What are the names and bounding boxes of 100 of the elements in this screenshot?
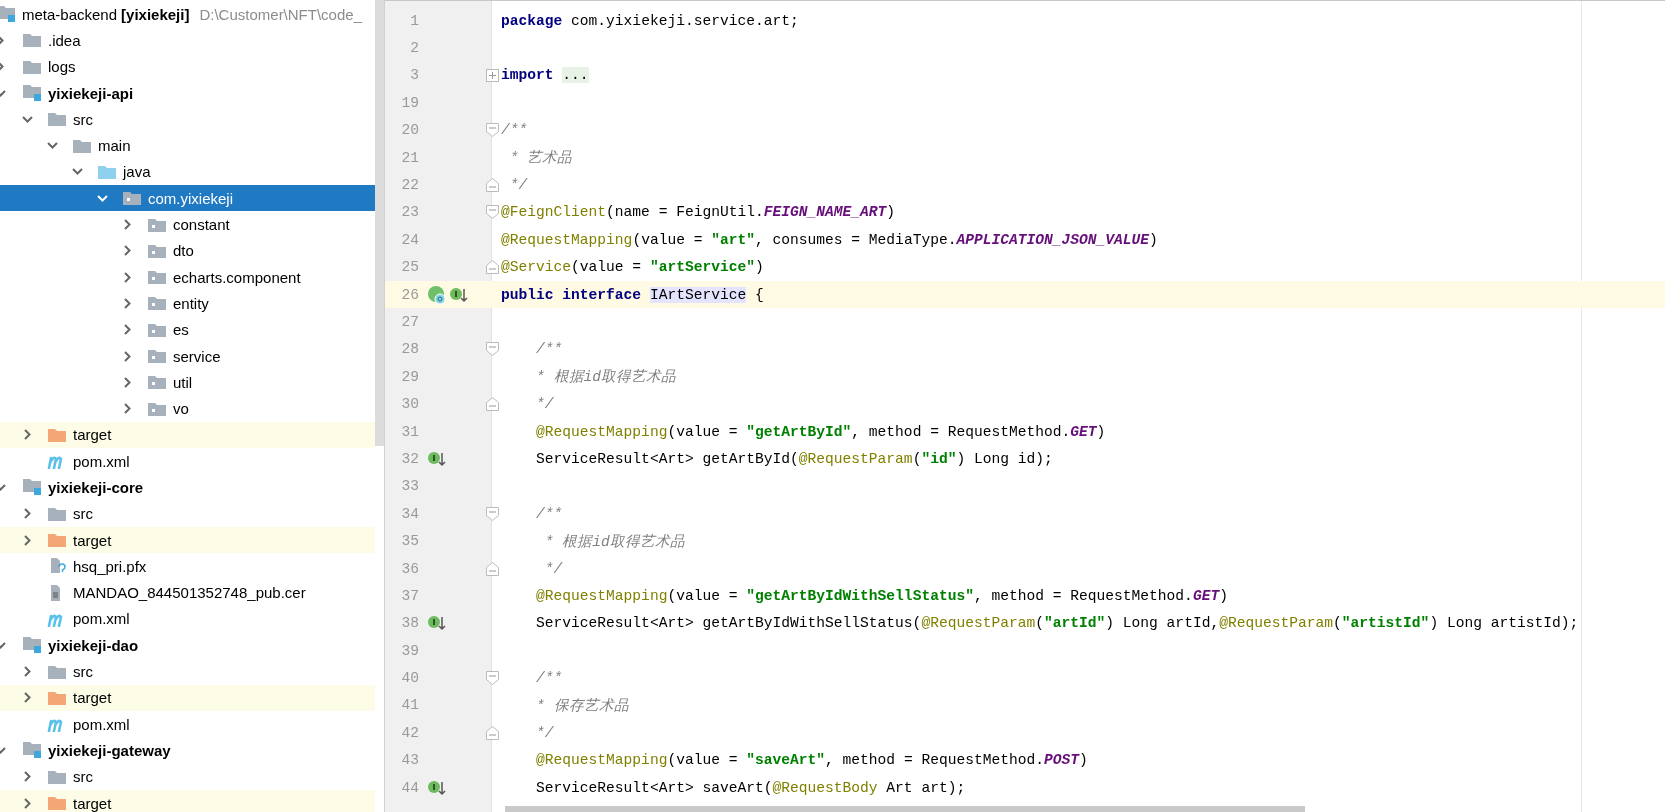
chevron-right-icon[interactable] xyxy=(122,297,133,309)
tree-item[interactable]: yixiekeji-api xyxy=(0,79,375,107)
chevron-right-icon[interactable] xyxy=(122,324,133,336)
tree-item[interactable]: pom.xml xyxy=(0,448,375,475)
chevron-right-icon[interactable] xyxy=(0,34,6,46)
code-line: /** xyxy=(535,341,563,358)
tree-item[interactable]: src xyxy=(0,763,375,790)
code-line: @FeignClient(name = FeignUtil.FEIGN_NAME_ART) xyxy=(501,204,896,221)
chevron-down-icon[interactable] xyxy=(0,87,6,99)
code-line: @Service(value = "artService") xyxy=(501,259,764,276)
scrollbar[interactable] xyxy=(505,806,1305,812)
line-number: 25 xyxy=(400,259,419,276)
tree-item[interactable]: hsq_pri.pfx xyxy=(0,553,375,580)
package-folder-icon xyxy=(122,190,142,207)
chevron-right-icon[interactable] xyxy=(22,429,33,441)
code-line: * 保存艺术品 xyxy=(535,696,629,715)
tree-item[interactable]: entity xyxy=(0,290,375,317)
scrollbar[interactable] xyxy=(375,0,384,446)
chevron-down-icon[interactable] xyxy=(97,192,108,204)
module-folder-icon xyxy=(22,478,44,497)
folder-icon xyxy=(72,137,92,154)
tree-item[interactable]: main xyxy=(0,132,375,159)
line-number: 40 xyxy=(400,670,419,687)
code-line: ServiceResult<Art> getArtByIdWithSellStatus(@RequestParam("artId") Long artId,@RequestParam("artistId") Long artistId); xyxy=(535,615,1579,632)
package-folder-icon xyxy=(147,400,167,417)
tree-item[interactable]: pom.xml xyxy=(0,711,375,738)
line-number: 1 xyxy=(409,12,419,29)
chevron-right-icon[interactable] xyxy=(22,666,33,678)
line-number: 39 xyxy=(400,642,419,659)
line-number: 2 xyxy=(409,40,419,57)
chevron-right-icon[interactable] xyxy=(22,771,33,783)
tree-item[interactable]: pom.xml xyxy=(0,605,375,633)
folder-icon xyxy=(47,795,67,812)
code-line: @RequestMapping(value = "getArtByIdWithSellStatus", method = RequestMethod.GET) xyxy=(535,587,1228,604)
chevron-right-icon[interactable] xyxy=(122,271,133,283)
chevron-down-icon[interactable] xyxy=(0,639,6,651)
code-line: public interface IArtService { xyxy=(501,286,764,303)
package-folder-icon xyxy=(147,269,167,286)
tree-item[interactable]: src xyxy=(0,106,375,133)
module-name: [yixiekeji] xyxy=(121,5,190,23)
tree-item[interactable]: target xyxy=(0,789,375,812)
chevron-right-icon[interactable] xyxy=(22,508,33,520)
tree-item[interactable]: MANDAO_844501352748_pub.cer xyxy=(0,579,375,606)
line-number: 34 xyxy=(400,505,419,522)
chevron-right-icon[interactable] xyxy=(122,376,133,388)
line-number: 28 xyxy=(400,341,419,358)
tree-item[interactable]: yixiekeji-gateway xyxy=(0,737,375,764)
code-line: * 根据id取得艺术品 xyxy=(543,532,685,551)
tree-item[interactable]: util xyxy=(0,369,375,396)
folder-icon xyxy=(22,58,42,75)
chevron-down-icon[interactable] xyxy=(0,482,6,493)
chevron-down-icon[interactable] xyxy=(22,113,33,125)
tree-item[interactable]: constant xyxy=(0,211,375,238)
tree-item[interactable]: target xyxy=(0,684,375,711)
folder-icon xyxy=(47,663,67,680)
chevron-down-icon[interactable] xyxy=(47,140,58,152)
folder-icon xyxy=(97,163,117,180)
tree-item[interactable]: target xyxy=(0,526,375,554)
line-number: 41 xyxy=(400,697,419,714)
chevron-right-icon[interactable] xyxy=(22,534,33,546)
folder-icon xyxy=(47,768,67,785)
chevron-right-icon[interactable] xyxy=(122,219,133,230)
tree-item[interactable]: echarts.component xyxy=(0,263,375,291)
code-line: */ xyxy=(543,560,563,577)
chevron-right-icon[interactable] xyxy=(0,61,6,73)
tree-item[interactable]: com.yixiekeji xyxy=(0,185,375,212)
chevron-right-icon[interactable] xyxy=(122,403,133,415)
tree-item[interactable]: yixiekeji-dao xyxy=(0,632,375,659)
line-number: 20 xyxy=(400,122,419,139)
tree-item[interactable]: yixiekeji-core xyxy=(0,474,375,501)
chevron-down-icon[interactable] xyxy=(0,744,6,756)
tree-item[interactable]: src xyxy=(0,500,375,527)
chevron-right-icon[interactable] xyxy=(122,350,133,362)
tree-item[interactable]: logs xyxy=(0,53,375,80)
line-number: 23 xyxy=(400,204,419,221)
tree-item[interactable]: service xyxy=(0,342,375,370)
project-name[interactable]: meta-backend xyxy=(22,5,118,23)
chevron-right-icon[interactable] xyxy=(22,692,33,704)
chevron-right-icon[interactable] xyxy=(22,797,33,809)
line-number: 29 xyxy=(400,368,419,385)
tree-item[interactable]: java xyxy=(0,158,375,186)
code-line: */ xyxy=(535,396,554,413)
bean-icon[interactable] xyxy=(427,284,447,305)
folder-icon xyxy=(47,689,67,706)
line-number: 36 xyxy=(400,560,419,577)
tree-item[interactable]: es xyxy=(0,316,375,343)
line-number: 24 xyxy=(400,231,419,248)
code-line: /** xyxy=(501,122,528,139)
chevron-right-icon[interactable] xyxy=(122,245,133,257)
tree-item[interactable]: src xyxy=(0,658,375,685)
tree-item[interactable]: .idea xyxy=(0,27,375,54)
folder-icon xyxy=(47,426,67,443)
expand-fold-icon[interactable] xyxy=(485,68,499,82)
tree-item[interactable]: target xyxy=(0,421,375,449)
package-folder-icon xyxy=(147,321,167,338)
tree-item[interactable]: dto xyxy=(0,237,375,264)
line-number: 32 xyxy=(400,450,419,467)
line-number: 30 xyxy=(400,396,419,413)
chevron-down-icon[interactable] xyxy=(72,166,83,178)
tree-item[interactable]: vo xyxy=(0,395,375,422)
